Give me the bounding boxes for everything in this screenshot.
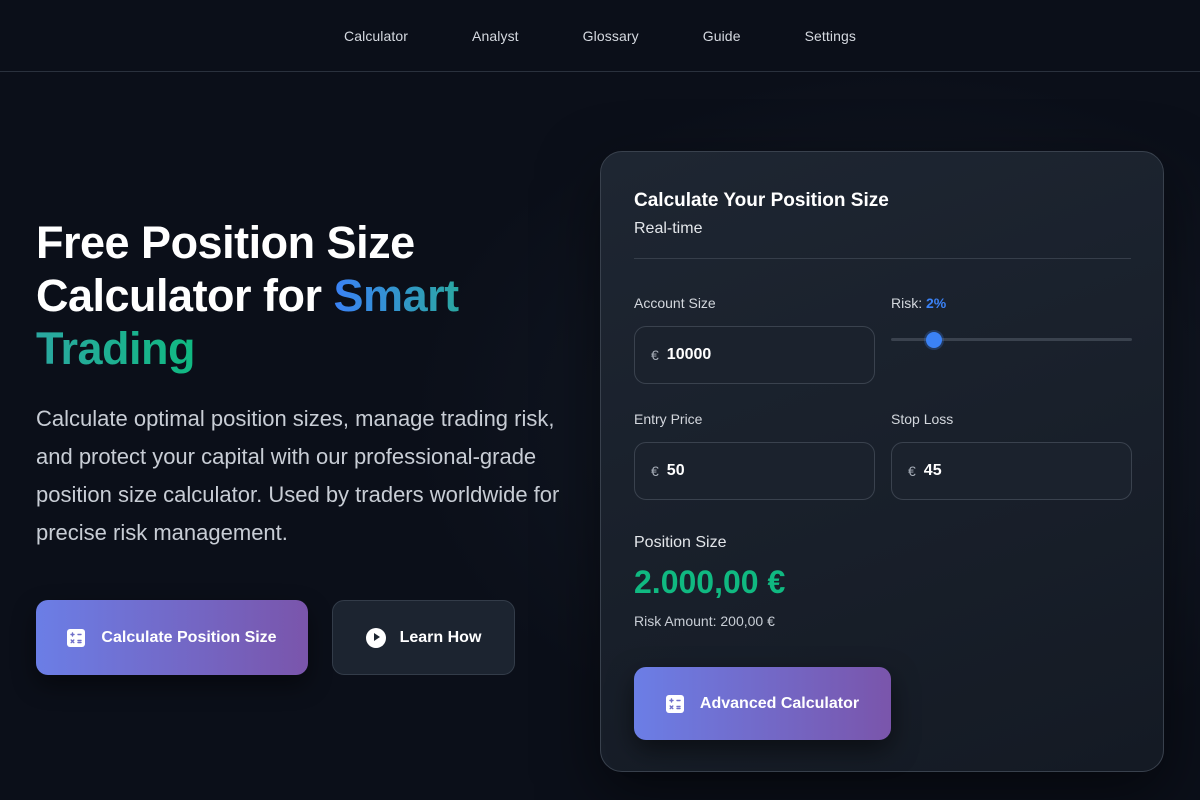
risk-label: Risk: 2% — [891, 295, 946, 311]
position-size-label: Position Size — [634, 534, 727, 551]
position-size-value: 2.000,00 € — [634, 564, 786, 600]
learn-how-label: Learn How — [399, 628, 482, 646]
calculator-icon — [665, 694, 684, 713]
calculator-title: Calculate Your Position Size — [634, 190, 889, 211]
risk-slider-thumb[interactable] — [926, 332, 943, 348]
stop-loss-label: Stop Loss — [891, 411, 954, 427]
stop-loss-value: 45 — [923, 462, 942, 479]
entry-price-field[interactable]: € 50 — [634, 442, 875, 500]
risk-value: 2% — [926, 295, 947, 311]
hero-title-line1: Free Position Size — [36, 217, 415, 268]
account-size-value: 10000 — [666, 346, 712, 363]
currency-symbol: € — [651, 463, 659, 479]
entry-price-label: Entry Price — [634, 411, 703, 427]
account-size-label: Account Size — [634, 295, 716, 311]
advanced-calculator-button[interactable]: Advanced Calculator — [634, 667, 891, 740]
calculator-card: Calculate Your Position Size Real-time A… — [600, 151, 1164, 772]
hero-title: Free Position Size Calculator for Smart … — [36, 216, 596, 375]
currency-symbol: € — [908, 463, 916, 479]
nav-item-guide[interactable]: Guide — [703, 28, 741, 44]
nav-item-analyst[interactable]: Analyst — [472, 28, 519, 44]
top-nav: Calculator Analyst Glossary Guide Settin… — [0, 0, 1200, 72]
nav-item-calculator[interactable]: Calculator — [344, 28, 408, 44]
calculate-position-size-label: Calculate Position Size — [101, 628, 277, 646]
hero-title-line2: Calculator for — [36, 270, 334, 321]
nav-item-settings[interactable]: Settings — [805, 28, 856, 44]
account-size-field[interactable]: € 10000 — [634, 326, 875, 384]
calculator-icon — [67, 628, 86, 647]
nav-item-glossary[interactable]: Glossary — [583, 28, 639, 44]
hero-description: Calculate optimal position sizes, manage… — [36, 406, 560, 545]
advanced-calculator-label: Advanced Calculator — [699, 694, 860, 712]
calculator-divider — [634, 258, 1131, 259]
calculate-position-size-button[interactable]: Calculate Position Size — [36, 600, 308, 675]
entry-price-value: 50 — [666, 462, 685, 479]
play-circle-icon — [365, 627, 386, 648]
currency-symbol: € — [651, 347, 659, 363]
risk-amount-text: Risk Amount: 200,00 € — [634, 613, 775, 629]
risk-label-text: Risk: — [891, 295, 923, 311]
calculator-subtitle: Real-time — [634, 220, 703, 237]
learn-how-button[interactable]: Learn How — [332, 600, 515, 675]
stop-loss-field[interactable]: € 45 — [891, 442, 1132, 500]
